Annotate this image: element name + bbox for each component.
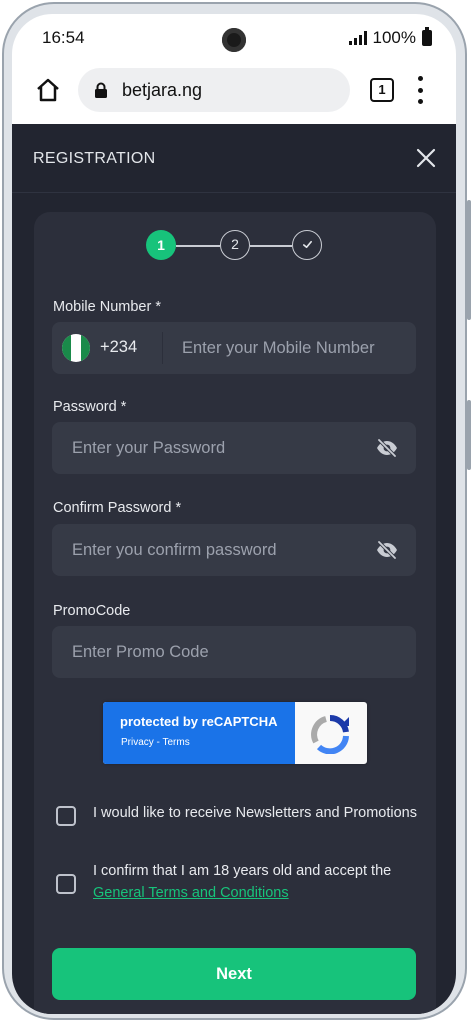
terms-text-block: I confirm that I am 18 years old and acc… <box>93 860 423 904</box>
battery-percent: 100% <box>372 28 416 47</box>
recaptcha-title: protected by reCAPTCHA <box>120 714 278 729</box>
promo-field <box>52 626 416 678</box>
home-icon[interactable] <box>34 76 62 104</box>
terms-text: I confirm that I am 18 years old and acc… <box>93 863 392 879</box>
camera-icon <box>222 28 246 52</box>
confirm-password-field <box>52 524 416 576</box>
step-connector <box>250 245 292 247</box>
url-text: betjara.ng <box>122 79 203 100</box>
screen: 16:54 100% betjara.ng 1 REGISTRATION 1 2… <box>12 14 456 1014</box>
recaptcha-badge[interactable]: protected by reCAPTCHA Privacy - Terms <box>103 702 367 764</box>
step-3-check <box>292 230 322 260</box>
signal-icon <box>348 31 367 45</box>
newsletter-checkbox[interactable] <box>56 806 76 826</box>
next-button[interactable]: Next <box>52 948 416 1000</box>
status-icons: 100% <box>348 27 432 48</box>
terms-link[interactable]: General Terms and Conditions <box>93 882 423 904</box>
volume-button <box>467 200 471 320</box>
mobile-field: +234 <box>52 322 416 374</box>
step-1: 1 <box>146 230 176 260</box>
lock-icon <box>95 82 107 98</box>
step-connector <box>176 245 220 247</box>
menu-icon[interactable] <box>416 76 424 104</box>
tabs-button[interactable]: 1 <box>370 78 394 102</box>
status-bar: 16:54 100% <box>12 14 456 58</box>
eye-off-icon[interactable] <box>376 438 398 458</box>
power-button <box>467 400 471 470</box>
promo-input[interactable] <box>52 626 352 678</box>
password-field <box>52 422 416 474</box>
close-icon[interactable] <box>414 146 438 170</box>
battery-icon <box>422 27 432 46</box>
recaptcha-links[interactable]: Privacy - Terms <box>121 737 190 748</box>
confirm-password-label: Confirm Password * <box>53 500 182 516</box>
recaptcha-panel: protected by reCAPTCHA Privacy - Terms <box>103 702 295 764</box>
mobile-input[interactable] <box>162 322 412 374</box>
recaptcha-icon <box>311 714 349 754</box>
password-label: Password * <box>53 399 127 415</box>
registration-screen: REGISTRATION 1 2 Mobile Number * +234 En… <box>12 124 456 1014</box>
promo-label: PromoCode <box>53 603 131 619</box>
registration-form: 1 2 Mobile Number * +234 Password * <box>34 212 436 1014</box>
nigeria-flag-icon <box>62 334 90 362</box>
newsletter-text: I would like to receive Newsletters and … <box>93 805 417 821</box>
country-code[interactable]: +234 <box>100 338 137 357</box>
terms-checkbox[interactable] <box>56 874 76 894</box>
url-bar[interactable]: betjara.ng <box>78 68 350 112</box>
step-indicator: 1 2 <box>146 230 328 264</box>
status-time: 16:54 <box>42 28 85 47</box>
browser-bar: betjara.ng 1 <box>12 62 456 120</box>
password-input[interactable] <box>52 422 352 474</box>
eye-off-icon[interactable] <box>376 540 398 560</box>
mobile-label: Mobile Number * <box>53 299 161 315</box>
registration-header: REGISTRATION <box>12 124 456 193</box>
confirm-password-input[interactable] <box>52 524 352 576</box>
step-2: 2 <box>220 230 250 260</box>
check-icon <box>302 240 312 249</box>
page-title: REGISTRATION <box>33 150 156 167</box>
